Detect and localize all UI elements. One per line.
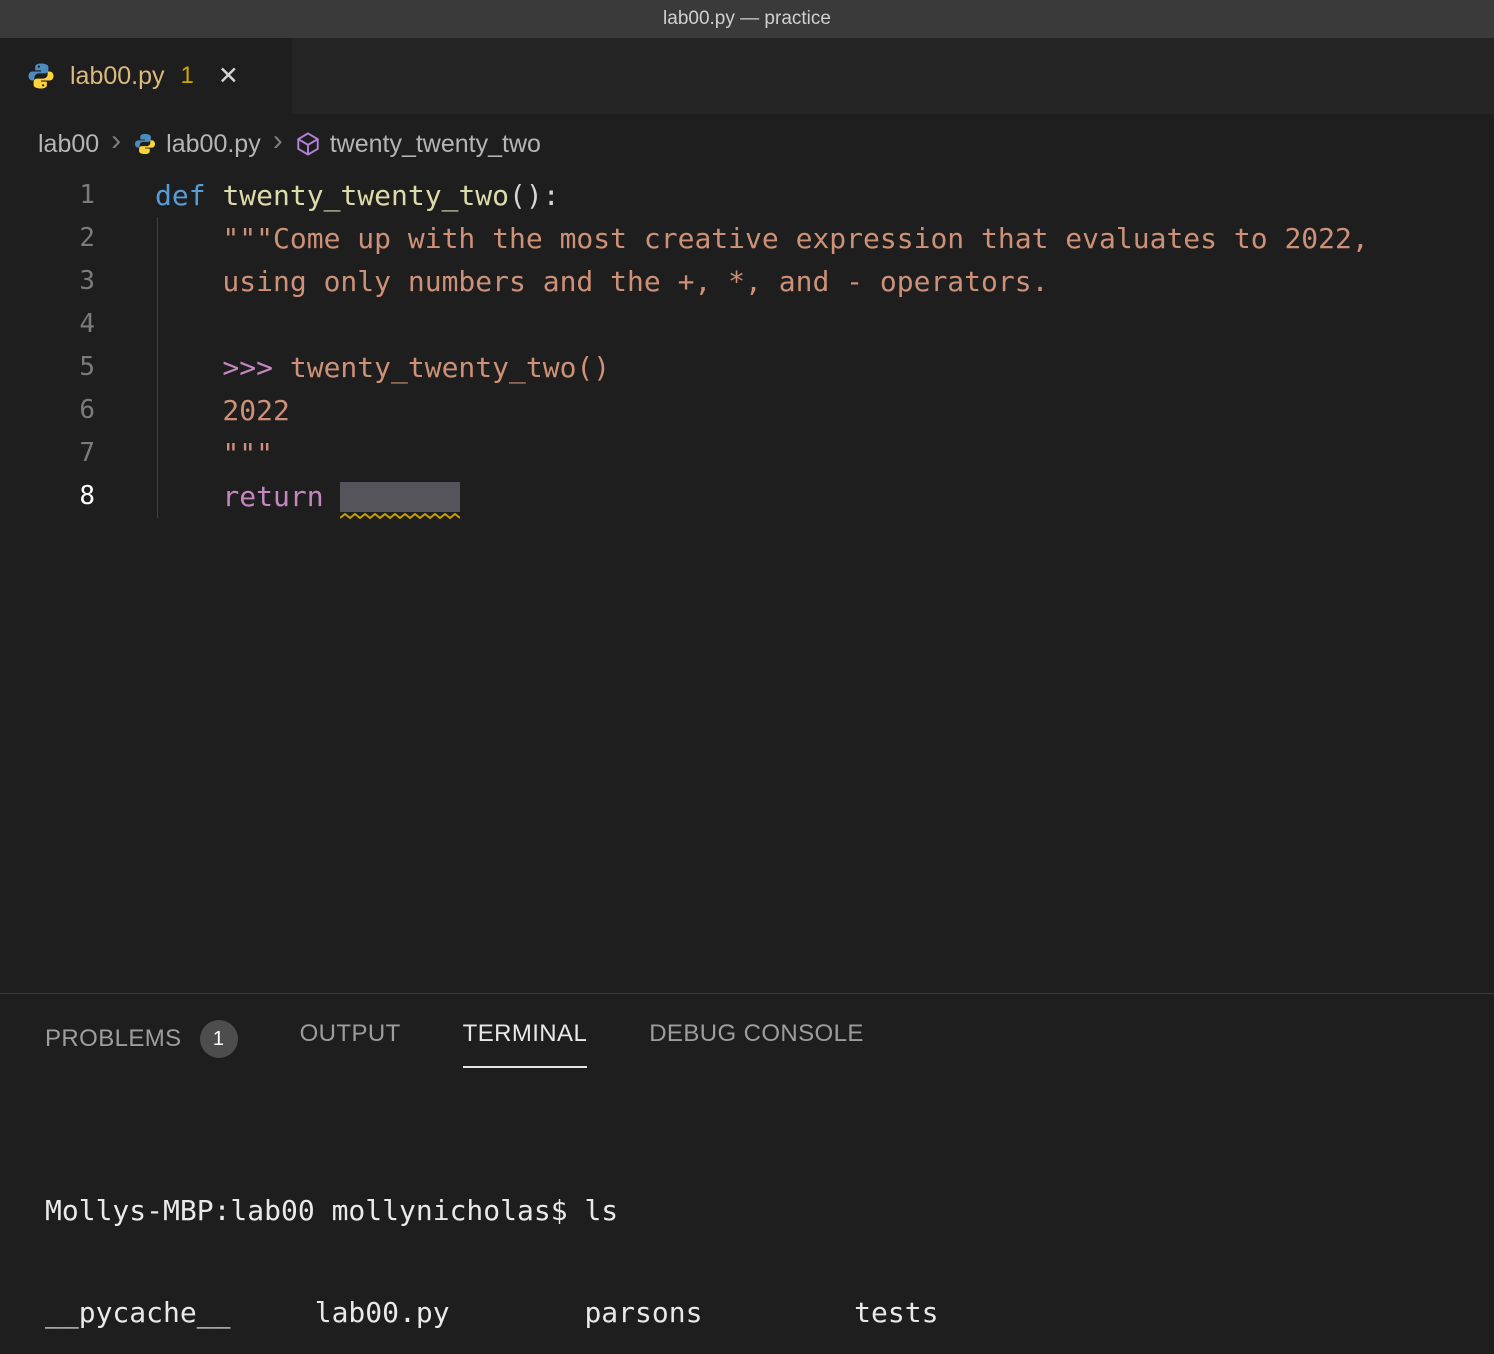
chevron-right-icon: › xyxy=(273,126,283,156)
window-title: lab00.py — practice xyxy=(663,8,831,30)
line-number: 6 xyxy=(0,389,95,432)
code-token: """Come up with the most creative expres… xyxy=(155,222,1369,255)
tab-lab00py[interactable]: lab00.py 1 ✕ xyxy=(0,38,292,114)
breadcrumb: lab00 › lab00.py › twenty_twenty_two xyxy=(0,114,1494,174)
line-number: 4 xyxy=(0,303,95,346)
code-line[interactable]: 5 >>> twenty_twenty_two() xyxy=(0,346,1494,389)
problems-count-badge: 1 xyxy=(200,1020,238,1058)
tab-debug-console[interactable]: DEBUG CONSOLE xyxy=(649,1020,864,1066)
code-token: twenty_twenty_two xyxy=(222,179,509,212)
bottom-panel: PROBLEMS 1 OUTPUT TERMINAL DEBUG CONSOLE… xyxy=(0,994,1494,1352)
python-icon xyxy=(26,61,56,91)
tab-problem-count: 1 xyxy=(181,62,194,90)
code-token: >>> xyxy=(155,351,290,384)
line-number: 3 xyxy=(0,260,95,303)
breadcrumb-label: twenty_twenty_two xyxy=(330,130,541,159)
symbol-method-icon xyxy=(295,131,321,157)
code-line[interactable]: 8 return xyxy=(0,475,1494,518)
tab-strip: lab00.py 1 ✕ xyxy=(0,38,1494,114)
code-line[interactable]: 3 using only numbers and the +, *, and -… xyxy=(0,260,1494,303)
panel-tab-label: DEBUG CONSOLE xyxy=(649,1020,864,1048)
terminal-line: __pycache__ lab00.py parsons tests xyxy=(45,1296,1494,1330)
code-line[interactable]: 7 """ xyxy=(0,432,1494,475)
line-number: 8 xyxy=(0,475,95,518)
python-icon xyxy=(133,132,157,156)
code-token: twenty_twenty_two() xyxy=(290,351,610,384)
code-line[interactable]: 1 def twenty_twenty_two(): xyxy=(0,174,1494,217)
line-number: 5 xyxy=(0,346,95,389)
title-bar: lab00.py — practice xyxy=(0,0,1494,38)
line-number: 2 xyxy=(0,217,95,260)
line-number: 1 xyxy=(0,174,95,217)
breadcrumb-label: lab00.py xyxy=(166,130,261,159)
breadcrumb-label: lab00 xyxy=(38,130,99,159)
code-token: """ xyxy=(155,437,273,470)
code-line[interactable]: 6 2022 xyxy=(0,389,1494,432)
breadcrumb-item-symbol[interactable]: twenty_twenty_two xyxy=(295,130,541,159)
panel-tab-label: OUTPUT xyxy=(300,1020,401,1048)
breadcrumb-item-lab00[interactable]: lab00 xyxy=(38,130,99,159)
warning-squiggle xyxy=(340,513,460,520)
selection-highlight xyxy=(340,482,460,512)
code-token: (): xyxy=(509,179,560,212)
breadcrumb-item-lab00py[interactable]: lab00.py xyxy=(133,130,261,159)
tab-label: lab00.py xyxy=(70,62,165,91)
close-icon[interactable]: ✕ xyxy=(218,61,239,91)
panel-tab-label: TERMINAL xyxy=(463,1020,588,1048)
code-token: 2022 xyxy=(155,394,290,427)
tab-output[interactable]: OUTPUT xyxy=(300,1020,401,1066)
tab-terminal[interactable]: TERMINAL xyxy=(463,1020,588,1068)
code-editor[interactable]: 1 def twenty_twenty_two(): 2 """Come up … xyxy=(0,174,1494,994)
panel-tab-bar: PROBLEMS 1 OUTPUT TERMINAL DEBUG CONSOLE xyxy=(0,994,1494,1076)
terminal-line: Mollys-MBP:lab00 mollynicholas$ ls xyxy=(45,1194,1494,1228)
code-token: using only numbers and the +, *, and - o… xyxy=(155,265,1048,298)
code-line[interactable]: 2 """Come up with the most creative expr… xyxy=(0,217,1494,260)
indent-guide xyxy=(157,217,158,518)
line-number: 7 xyxy=(0,432,95,475)
chevron-right-icon: › xyxy=(111,126,121,156)
tab-problems[interactable]: PROBLEMS 1 xyxy=(45,1020,238,1076)
code-line[interactable]: 4 xyxy=(0,303,1494,346)
code-token: def xyxy=(155,179,222,212)
terminal[interactable]: Mollys-MBP:lab00 mollynicholas$ ls __pyc… xyxy=(0,1076,1494,1354)
panel-tab-label: PROBLEMS xyxy=(45,1025,182,1053)
code-token: return xyxy=(155,480,340,513)
